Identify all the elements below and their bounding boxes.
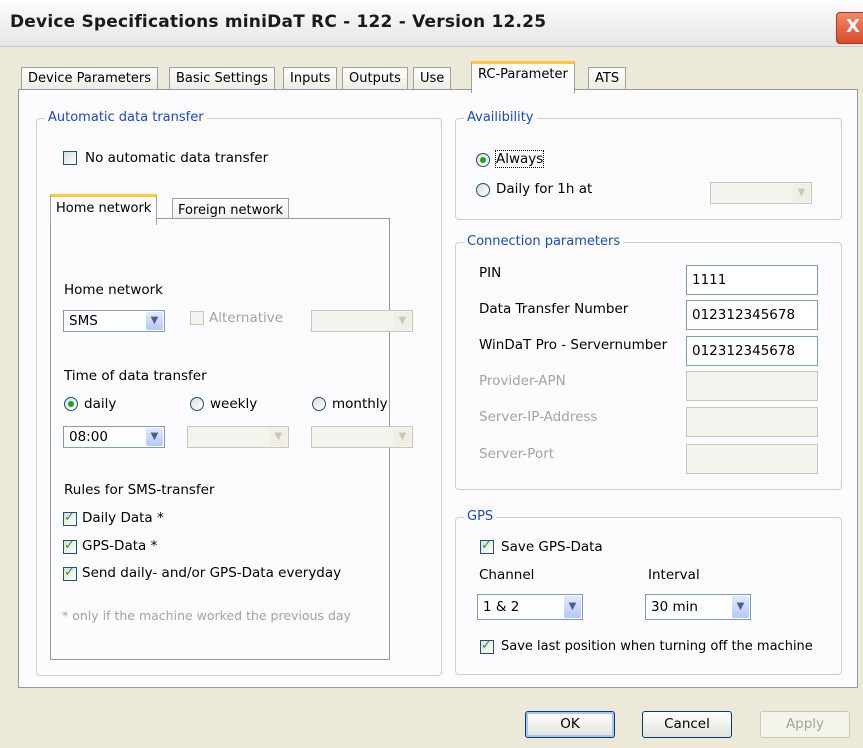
interval-value: 30 min	[651, 599, 698, 615]
tab-inputs[interactable]: Inputs	[283, 67, 338, 90]
daily-hour-select[interactable]: ▼	[710, 182, 812, 204]
network-value: SMS	[69, 313, 98, 329]
chevron-down-icon: ▼	[270, 428, 287, 446]
send-everyday-label: Send daily- and/or GPS-Data everyday	[82, 565, 342, 581]
always-radio[interactable]	[476, 153, 490, 167]
chevron-down-icon: ▼	[394, 312, 411, 330]
alternative-label: Alternative	[209, 310, 284, 326]
group-label: GPS	[464, 509, 497, 524]
pin-input[interactable]: 1111	[686, 265, 818, 295]
ok-button[interactable]: OK	[525, 711, 615, 738]
daily-data-checkbox[interactable]	[63, 510, 77, 526]
server-ip-label: Server-IP-Address	[479, 409, 598, 425]
chevron-down-icon: ▼	[146, 312, 163, 330]
channel-value: 1 & 2	[483, 599, 520, 615]
title-bar: Device Specifications miniDaT RC - 122 -…	[0, 0, 863, 47]
channel-select[interactable]: 1 & 2 ▼	[477, 594, 583, 620]
no-auto-transfer-label: No automatic data transfer	[85, 150, 269, 166]
tab-device-parameters[interactable]: Device Parameters	[21, 67, 158, 90]
save-gps-label: Save GPS-Data	[501, 539, 603, 555]
save-gps-checkbox[interactable]	[480, 538, 494, 554]
interval-label: Interval	[648, 567, 700, 583]
daily-radio[interactable]	[64, 397, 78, 411]
server-port-label: Server-Port	[479, 446, 555, 462]
servernumber-input[interactable]: 012312345678	[686, 336, 818, 366]
sms-rules-label: Rules for SMS-transfer	[64, 482, 215, 498]
server-port-input[interactable]	[686, 444, 818, 474]
daily-1h-radio[interactable]	[476, 183, 490, 197]
chevron-down-icon: ▼	[793, 184, 810, 202]
chevron-down-icon: ▼	[394, 428, 411, 446]
cancel-button[interactable]: Cancel	[642, 711, 732, 738]
close-icon[interactable]: X	[836, 12, 863, 44]
group-label: Connection parameters	[464, 234, 624, 249]
weekday-select[interactable]: ▼	[187, 426, 289, 448]
chevron-down-icon: ▼	[732, 596, 749, 618]
no-auto-transfer-checkbox[interactable]	[63, 151, 77, 165]
dialog-window: Device Specifications miniDaT RC - 122 -…	[0, 0, 863, 748]
home-network-label: Home network	[64, 282, 163, 298]
tab-rc-parameter[interactable]: RC-Parameter	[471, 61, 575, 93]
interval-select[interactable]: 30 min ▼	[645, 594, 751, 620]
group-label: Availibility	[464, 110, 537, 125]
tab-outputs[interactable]: Outputs	[342, 67, 408, 90]
channel-label: Channel	[479, 567, 535, 583]
chevron-down-icon: ▼	[146, 428, 163, 446]
save-last-position-checkbox[interactable]	[480, 638, 494, 654]
group-label: Automatic data transfer	[45, 110, 207, 125]
network-select[interactable]: SMS ▼	[63, 310, 165, 332]
weekly-label: weekly	[210, 396, 258, 412]
alternative-checkbox[interactable]	[190, 311, 204, 325]
tab-ats[interactable]: ATS	[588, 67, 627, 90]
daily-1h-label: Daily for 1h at	[496, 181, 593, 197]
footnote: * only if the machine worked the previou…	[62, 608, 351, 623]
time-of-transfer-label: Time of data transfer	[64, 368, 207, 384]
monthly-radio[interactable]	[312, 397, 326, 411]
pin-label: PIN	[479, 265, 502, 281]
server-ip-input[interactable]	[686, 407, 818, 437]
gps-data-checkbox[interactable]	[63, 538, 77, 554]
gps-data-label: GPS-Data *	[82, 538, 158, 554]
alternative-select[interactable]: ▼	[311, 310, 413, 332]
provider-apn-input[interactable]	[686, 371, 818, 401]
tab-use[interactable]: Use	[413, 67, 452, 90]
tab-basic-settings[interactable]: Basic Settings	[169, 67, 275, 90]
save-last-position-label: Save last position when turning off the …	[501, 639, 813, 654]
data-transfer-number-input[interactable]: 012312345678	[686, 300, 818, 330]
apply-button[interactable]: Apply	[760, 711, 850, 738]
window-title: Device Specifications miniDaT RC - 122 -…	[10, 12, 547, 32]
availability-group: Availibility	[455, 110, 842, 220]
servernumber-label: WinDaT Pro - Servernumber	[479, 337, 668, 353]
chevron-down-icon: ▼	[564, 596, 581, 618]
data-transfer-number-label: Data Transfer Number	[479, 301, 629, 317]
tab-home-network[interactable]: Home network	[50, 194, 158, 225]
time-value: 08:00	[69, 429, 108, 445]
monthly-label: monthly	[332, 396, 388, 412]
weekly-radio[interactable]	[190, 397, 204, 411]
provider-apn-label: Provider-APN	[479, 373, 566, 389]
daily-data-label: Daily Data *	[82, 510, 164, 526]
send-everyday-checkbox[interactable]	[63, 565, 77, 581]
time-select[interactable]: 08:00 ▼	[63, 426, 165, 448]
always-label: Always	[494, 150, 545, 168]
monthday-select[interactable]: ▼	[311, 426, 413, 448]
daily-label: daily	[84, 396, 117, 412]
